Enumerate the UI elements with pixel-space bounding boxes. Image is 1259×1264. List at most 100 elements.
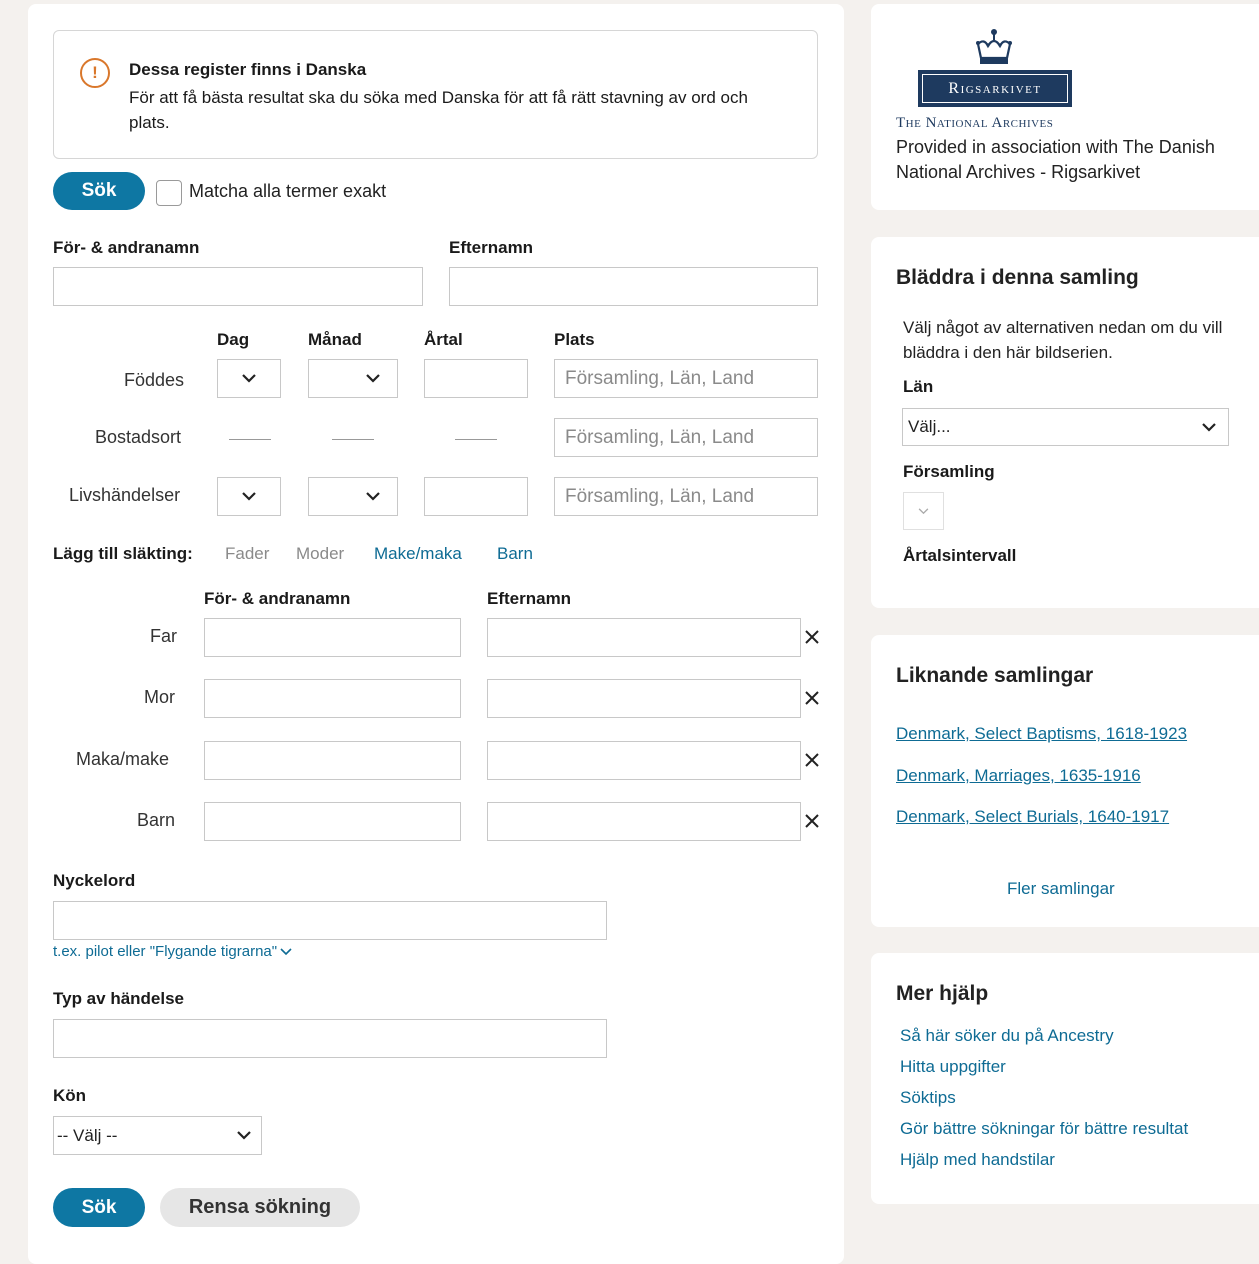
born-month-select[interactable] <box>308 359 398 398</box>
county-selected: Välj... <box>908 417 951 436</box>
first-name-label: För- & andranamn <box>53 238 200 257</box>
close-icon[interactable] <box>804 813 820 829</box>
more-help-card: Mer hjälp Så här söker du på Ancestry Hi… <box>871 953 1259 1204</box>
crown-icon <box>976 29 1012 64</box>
help-link-how-to-search[interactable]: Så här söker du på Ancestry <box>900 1026 1114 1046</box>
residence-month-dash <box>332 439 374 440</box>
rigsarkivet-logo: Rigsarkivet <box>918 70 1072 107</box>
add-child-link[interactable]: Barn <box>497 544 533 564</box>
mother-first-input[interactable] <box>204 679 461 718</box>
chevron-down-icon <box>366 374 380 383</box>
chevron-down-icon <box>242 374 256 383</box>
life-place-input[interactable]: Församling, Län, Land <box>554 477 818 516</box>
life-day-select[interactable] <box>217 477 281 516</box>
parish-select[interactable] <box>903 492 944 530</box>
similar-link-baptisms[interactable]: Denmark, Select Baptisms, 1618-1923 <box>896 724 1187 744</box>
county-label: Län <box>903 377 934 396</box>
col-year-label: Årtal <box>424 330 463 349</box>
mother-last-input[interactable] <box>487 679 801 718</box>
exact-match-checkbox[interactable] <box>156 180 182 206</box>
notice-text: För att få bästa resultat ska du söka me… <box>129 88 748 132</box>
life-year-input[interactable] <box>424 477 528 516</box>
last-name-label: Efternamn <box>449 238 534 257</box>
help-title: Mer hjälp <box>896 982 989 1005</box>
first-name-input[interactable] <box>53 267 423 306</box>
add-spouse-link[interactable]: Make/maka <box>374 544 462 564</box>
archive-card: Rigsarkivet The National Archives Provid… <box>871 4 1259 210</box>
keyword-hint[interactable]: t.ex. pilot eller "Flygande tigrarna" <box>53 943 292 960</box>
year-range-label: Årtalsintervall <box>903 546 1017 565</box>
search-form-card: ! Dessa register finns i Danska För att … <box>28 4 844 1264</box>
chevron-down-icon <box>280 947 292 955</box>
spouse-last-input[interactable] <box>487 741 801 780</box>
chevron-down-icon <box>366 492 380 501</box>
chevron-down-icon <box>242 492 256 501</box>
born-label: Föddes <box>124 370 185 390</box>
born-place-input[interactable]: Församling, Län, Land <box>554 359 818 398</box>
add-father-link[interactable]: Fader <box>225 544 269 564</box>
help-link-better-searches[interactable]: Gör bättre sökningar för bättre resultat <box>900 1119 1188 1139</box>
archive-subtitle: The National Archives <box>896 115 1054 131</box>
gender-selected: -- Välj -- <box>57 1125 118 1145</box>
chevron-down-icon <box>1202 422 1216 432</box>
born-year-input[interactable] <box>424 359 528 398</box>
search-button-top[interactable]: Sök <box>53 172 145 210</box>
father-first-input[interactable] <box>204 618 461 657</box>
close-icon[interactable] <box>804 629 820 645</box>
child-first-input[interactable] <box>204 802 461 841</box>
residence-year-dash <box>455 439 497 440</box>
father-label: Far <box>150 626 177 646</box>
help-link-find-records[interactable]: Hitta uppgifter <box>900 1057 1006 1077</box>
alert-circle-icon: ! <box>80 58 110 88</box>
similar-collections-card: Liknande samlingar Denmark, Select Bapti… <box>871 635 1259 927</box>
born-day-select[interactable] <box>217 359 281 398</box>
relative-first-col: För- & andranamn <box>204 589 351 608</box>
col-month-label: Månad <box>308 330 362 349</box>
spouse-label: Maka/make <box>76 749 170 769</box>
residence-day-dash <box>229 439 271 440</box>
browse-title: Bläddra i denna samling <box>896 266 1139 289</box>
col-day-label: Dag <box>217 330 250 349</box>
provided-text: Provided in association with The Danish … <box>896 137 1215 182</box>
child-label: Barn <box>137 810 176 830</box>
event-type-label: Typ av händelse <box>53 989 185 1008</box>
close-icon[interactable] <box>804 752 820 768</box>
col-place-label: Plats <box>554 330 595 349</box>
life-month-select[interactable] <box>308 477 398 516</box>
help-link-handwriting[interactable]: Hjälp med handstilar <box>900 1150 1055 1170</box>
add-mother-link[interactable]: Moder <box>296 544 344 564</box>
keyword-input[interactable] <box>53 901 607 940</box>
event-type-input[interactable] <box>53 1019 607 1058</box>
similar-link-burials[interactable]: Denmark, Select Burials, 1640-1917 <box>896 807 1169 827</box>
chevron-down-icon <box>918 507 929 514</box>
logo-text: Rigsarkivet <box>948 79 1042 97</box>
help-link-search-tips[interactable]: Söktips <box>900 1088 956 1108</box>
browse-text: Välj något av alternativen nedan om du v… <box>903 318 1223 362</box>
browse-card: Bläddra i denna samling Välj något av al… <box>871 237 1259 608</box>
clear-search-button[interactable]: Rensa sökning <box>160 1188 360 1227</box>
search-button-bottom[interactable]: Sök <box>53 1188 145 1227</box>
notice-title: Dessa register finns i Danska <box>129 60 367 79</box>
gender-label: Kön <box>53 1086 87 1105</box>
similar-link-marriages[interactable]: Denmark, Marriages, 1635-1916 <box>896 766 1141 786</box>
keyword-hint-text: t.ex. pilot eller "Flygande tigrarna" <box>53 943 278 960</box>
life-events-label: Livshändelser <box>69 485 181 505</box>
language-notice: ! Dessa register finns i Danska För att … <box>53 30 818 159</box>
exact-match-label: Matcha alla termer exakt <box>189 181 387 201</box>
more-collections-link[interactable]: Fler samlingar <box>1007 879 1115 899</box>
chevron-down-icon <box>237 1131 251 1140</box>
mother-label: Mor <box>144 687 175 707</box>
close-icon[interactable] <box>804 690 820 706</box>
last-name-input[interactable] <box>449 267 818 306</box>
father-last-input[interactable] <box>487 618 801 657</box>
child-last-input[interactable] <box>487 802 801 841</box>
add-relative-label: Lägg till släkting: <box>53 544 193 563</box>
spouse-first-input[interactable] <box>204 741 461 780</box>
keyword-label: Nyckelord <box>53 871 136 890</box>
residence-label: Bostadsort <box>95 427 182 447</box>
parish-label: Församling <box>903 462 995 481</box>
county-select[interactable]: Välj... <box>902 408 1229 446</box>
gender-select[interactable]: -- Välj -- <box>53 1116 262 1155</box>
relative-last-col: Efternamn <box>487 589 572 608</box>
residence-place-input[interactable]: Församling, Län, Land <box>554 418 818 457</box>
